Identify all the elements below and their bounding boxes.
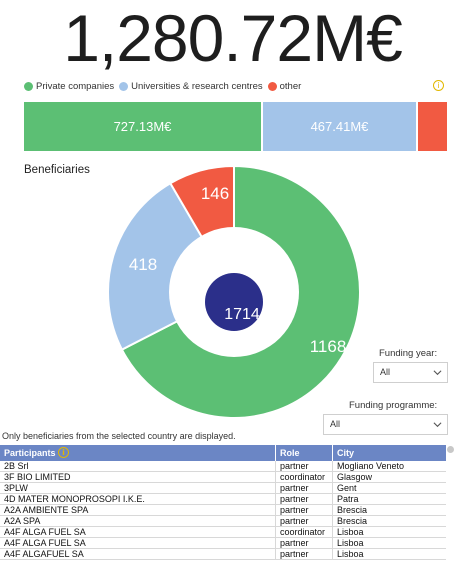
participant-cell: A4F ALGA FUEL SA	[0, 527, 276, 537]
chevron-down-icon	[433, 370, 442, 376]
city-cell: Lisboa	[337, 538, 364, 548]
participant-cell: 2B Srl	[0, 461, 276, 471]
role-cell: partner	[276, 549, 333, 559]
bar-segment-label: 467.41M€	[310, 119, 369, 134]
city-cell: Patra	[337, 494, 359, 504]
bar-segment-other[interactable]	[418, 102, 447, 151]
beneficiaries-donut-chart: 1714 1168 418 146	[107, 164, 361, 419]
table-row[interactable]: A4F ALGA FUEL SA partner Lisboa	[0, 538, 446, 549]
legend-item-universities[interactable]: Universities & research centres	[119, 80, 263, 92]
city-cell: Mogliano Veneto	[337, 461, 405, 471]
funding-programme-value: All	[330, 419, 341, 429]
role-cell: partner	[276, 538, 333, 548]
table-row[interactable]: 3F BIO LIMITED coordinator Glasgow	[0, 472, 446, 483]
info-icon[interactable]: i	[58, 447, 69, 458]
column-header-label: Participants	[4, 448, 56, 458]
funding-programme-select[interactable]: All	[323, 414, 448, 435]
slice-label-other: 146	[201, 184, 229, 203]
funding-year-label: Funding year:	[379, 348, 438, 359]
role-cell: partner	[276, 516, 333, 526]
table-row[interactable]: 3PLW partner Gent	[0, 483, 446, 494]
bar-segment-label: 727.13M€	[113, 119, 172, 134]
participant-cell: A4F ALGAFUEL SA	[0, 549, 276, 559]
city-cell: Glasgow	[337, 472, 373, 482]
legend-label: other	[279, 80, 302, 92]
city-cell: Brescia	[337, 505, 368, 515]
column-header-role[interactable]: Role	[276, 445, 333, 461]
role-cell: coordinator	[276, 527, 333, 537]
country-filter-note: Only beneficiaries from the selected cou…	[2, 431, 236, 441]
table-row[interactable]: A2A AMBIENTE SPA partner Brescia	[0, 505, 446, 516]
slice-label-universities: 418	[129, 255, 157, 274]
chevron-down-icon	[433, 422, 442, 428]
funding-stacked-bar: 727.13M€ 467.41M€	[24, 102, 447, 151]
table-header: Participants i Role City	[0, 445, 446, 461]
participant-cell: A4F ALGA FUEL SA	[0, 538, 276, 548]
city-cell: Lisboa	[337, 549, 364, 559]
role-cell: partner	[276, 494, 333, 504]
table-row[interactable]: A2A SPA partner Brescia	[0, 516, 446, 527]
funding-year-select[interactable]: All	[373, 362, 448, 383]
legend-dot-icon	[267, 81, 277, 91]
participant-cell: A2A AMBIENTE SPA	[0, 505, 276, 515]
city-cell: Lisboa	[337, 527, 364, 537]
bar-segment-universities[interactable]: 467.41M€	[263, 102, 416, 151]
table-row[interactable]: A4F ALGA FUEL SA coordinator Lisboa	[0, 527, 446, 538]
role-cell: coordinator	[276, 472, 333, 482]
participant-cell: 3PLW	[0, 483, 276, 493]
table-row[interactable]: 2B Srl partner Mogliano Veneto	[0, 461, 446, 472]
donut-center-label: 1714	[224, 306, 260, 323]
table-body: 2B Srl partner Mogliano Veneto 3F BIO LIMIT…	[0, 461, 446, 560]
legend-item-private[interactable]: Private companies	[24, 81, 114, 92]
legend-label: Private companies	[36, 80, 115, 92]
participant-cell: 4D MATER MONOPROSOPI I.K.E.	[0, 494, 276, 504]
total-funding-value: 1,280.72M€	[63, 1, 403, 75]
participants-table: Participants i Role City 2B Srl partner Mo…	[0, 445, 446, 560]
legend-dot-icon	[119, 81, 129, 91]
participant-cell: 3F BIO LIMITED	[0, 472, 276, 482]
role-cell: partner	[276, 461, 333, 471]
legend-dot-icon	[24, 81, 33, 91]
info-icon[interactable]: i	[433, 80, 444, 91]
legend-label: Universities & research centres	[131, 80, 263, 92]
column-header-city[interactable]: City	[333, 445, 446, 461]
bar-segment-private[interactable]: 727.13M€	[24, 102, 261, 151]
funding-programme-label: Funding programme:	[349, 400, 438, 411]
role-cell: partner	[276, 505, 333, 515]
table-scrollbar[interactable]	[447, 446, 454, 453]
city-cell: Gent	[337, 483, 357, 493]
legend-item-other[interactable]: other	[267, 80, 302, 92]
funding-legend: Private companies Universities & researc…	[24, 79, 306, 93]
role-cell: partner	[276, 483, 333, 493]
participant-cell: A2A SPA	[0, 516, 276, 526]
table-row[interactable]: A4F ALGAFUEL SA partner Lisboa	[0, 549, 446, 560]
slice-label-private: 1168	[310, 337, 347, 356]
table-row[interactable]: 4D MATER MONOPROSOPI I.K.E. partner Patra	[0, 494, 446, 505]
column-header-participants[interactable]: Participants i	[0, 445, 276, 461]
funding-year-value: All	[380, 367, 391, 377]
city-cell: Brescia	[337, 516, 368, 526]
